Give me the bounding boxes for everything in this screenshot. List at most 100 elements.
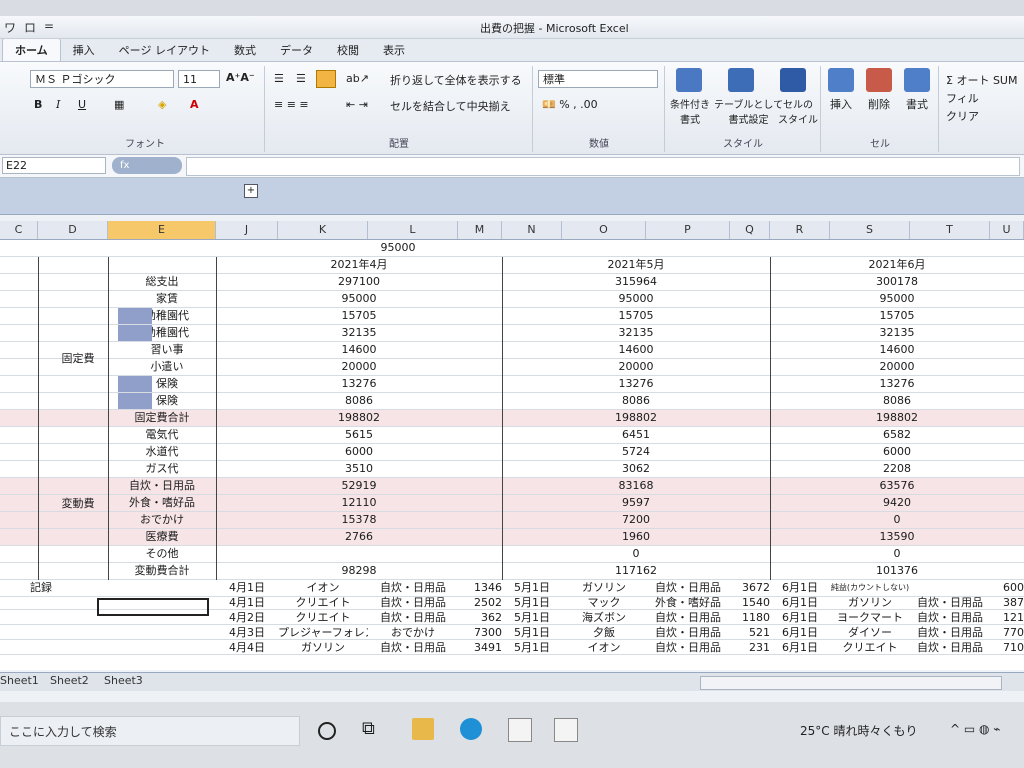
insert-button[interactable]: 挿入 xyxy=(830,96,852,112)
variable-cost-label[interactable]: 水道代 xyxy=(108,444,216,460)
variable-cost-value[interactable]: 63576 xyxy=(770,478,1024,494)
fixed-cost-value[interactable]: 32135 xyxy=(502,325,770,341)
record-cell[interactable]: 6月1日 xyxy=(770,610,830,626)
record-cell[interactable]: 自炊・日用品 xyxy=(368,595,458,611)
column-header-m[interactable]: M xyxy=(458,221,502,239)
tab-page-layout[interactable]: ページ レイアウト xyxy=(107,39,222,61)
record-cell[interactable]: 自炊・日用品 xyxy=(910,625,990,641)
cortana-icon[interactable] xyxy=(318,722,336,740)
record-cell[interactable]: マック xyxy=(562,595,646,611)
record-cell[interactable]: 387 xyxy=(990,595,1024,611)
expand-outline-icon[interactable]: + xyxy=(244,184,258,198)
record-cell[interactable]: 5月1日 xyxy=(502,595,562,611)
fixed-subtotal-label[interactable]: 固定費合計 xyxy=(108,410,216,426)
font-size-select[interactable]: 11 xyxy=(178,70,220,88)
total-label[interactable]: 総支出 xyxy=(108,274,216,290)
record-cell[interactable]: ガソリン xyxy=(562,580,646,596)
record-cell[interactable]: 自炊・日用品 xyxy=(368,610,458,626)
variable-cost-value[interactable]: 15378 xyxy=(216,512,502,528)
record-cell[interactable]: 5月1日 xyxy=(502,580,562,596)
formula-input[interactable] xyxy=(186,157,1020,176)
tab-review[interactable]: 校閲 xyxy=(325,39,371,61)
column-header-e[interactable]: E xyxy=(108,221,216,239)
sheet-tab-2[interactable]: Sheet2 xyxy=(50,674,89,687)
tab-view[interactable]: 表示 xyxy=(371,39,417,61)
selected-cell[interactable] xyxy=(97,598,209,616)
record-cell[interactable]: 121 xyxy=(990,610,1024,626)
format-table-icon[interactable] xyxy=(728,68,754,92)
tab-data[interactable]: データ xyxy=(268,39,325,61)
variable-cost-value[interactable]: 12110 xyxy=(216,495,502,511)
record-cell[interactable]: 770 xyxy=(990,625,1024,641)
variable-cost-value[interactable]: 5724 xyxy=(502,444,770,460)
variable-cost-value[interactable]: 9597 xyxy=(502,495,770,511)
fixed-cost-label[interactable]: 家賃 xyxy=(118,291,216,307)
variable-cost-value[interactable]: 2208 xyxy=(770,461,1024,477)
variable-cost-label[interactable]: 外食・嗜好品 xyxy=(108,495,216,511)
column-header-q[interactable]: Q xyxy=(730,221,770,239)
fixed-subtotal-value[interactable]: 198802 xyxy=(770,410,1024,426)
borders-icon[interactable]: ▦ xyxy=(114,98,124,111)
record-cell[interactable]: イオン xyxy=(562,640,646,656)
cell-style-button[interactable]: セルの スタイル xyxy=(778,96,818,126)
record-cell[interactable]: 521 xyxy=(730,625,770,641)
fx-icon[interactable]: fx xyxy=(112,157,182,174)
record-cell[interactable]: 4月1日 xyxy=(216,580,278,596)
variable-cost-value[interactable]: 0 xyxy=(770,512,1024,528)
record-cell[interactable]: クリエイト xyxy=(830,640,910,656)
variable-cost-value[interactable]: 1960 xyxy=(502,529,770,545)
variable-cost-value[interactable] xyxy=(216,546,502,562)
column-header-s[interactable]: S xyxy=(830,221,910,239)
record-cell[interactable]: 自炊・日用品 xyxy=(646,640,730,656)
record-cell[interactable]: 6月1日 xyxy=(770,640,830,656)
record-cell[interactable]: 1346 xyxy=(458,580,502,596)
record-cell[interactable]: クリエイト xyxy=(278,610,368,626)
record-cell[interactable]: 362 xyxy=(458,610,502,626)
cell-style-icon[interactable] xyxy=(780,68,806,92)
weather-widget[interactable]: 25°C 晴れ時々くもり xyxy=(800,722,917,739)
tab-home[interactable]: ホーム xyxy=(2,38,61,61)
variable-cost-value[interactable]: 9420 xyxy=(770,495,1024,511)
merge-center-button[interactable]: セルを結合して中央揃え xyxy=(390,98,511,114)
fixed-cost-value[interactable]: 95000 xyxy=(216,291,502,307)
record-cell[interactable]: 3491 xyxy=(458,640,502,656)
record-cell[interactable]: ダイソー xyxy=(830,625,910,641)
record-cell[interactable] xyxy=(910,580,990,596)
tab-formulas[interactable]: 数式 xyxy=(222,39,268,61)
grow-font-icon[interactable]: A⁺A⁻ xyxy=(226,71,255,84)
format-button[interactable]: 書式 xyxy=(906,96,928,112)
bold-icon[interactable]: B xyxy=(34,98,42,111)
app-icon[interactable] xyxy=(508,718,532,742)
variable-cost-value[interactable]: 0 xyxy=(502,546,770,562)
record-cell[interactable]: 自炊・日用品 xyxy=(646,625,730,641)
undo-icon[interactable]: ロ xyxy=(24,19,36,36)
column-header-u[interactable]: U xyxy=(990,221,1024,239)
record-cell[interactable]: 自炊・日用品 xyxy=(910,610,990,626)
record-cell[interactable]: 4月4日 xyxy=(216,640,278,656)
variable-cost-value[interactable]: 5615 xyxy=(216,427,502,443)
fixed-cost-value[interactable]: 14600 xyxy=(770,342,1024,358)
record-cell[interactable]: 2502 xyxy=(458,595,502,611)
total-value[interactable]: 300178 xyxy=(770,274,1024,290)
fixed-cost-value[interactable]: 13276 xyxy=(502,376,770,392)
variable-cost-value[interactable]: 6451 xyxy=(502,427,770,443)
record-cell[interactable]: 5月1日 xyxy=(502,610,562,626)
cell-value[interactable]: 95000 xyxy=(348,240,448,256)
column-header-j[interactable]: J xyxy=(216,221,278,239)
record-cell[interactable]: 4月1日 xyxy=(216,595,278,611)
conditional-format-icon[interactable] xyxy=(676,68,702,92)
record-cell[interactable]: 自炊・日用品 xyxy=(646,580,730,596)
save-icon[interactable]: ワ xyxy=(4,19,16,36)
month-header[interactable]: 2021年4月 xyxy=(216,257,502,273)
record-cell[interactable]: おでかけ xyxy=(368,625,458,641)
record-cell[interactable]: 夕飯 xyxy=(562,625,646,641)
variable-cost-value[interactable]: 52919 xyxy=(216,478,502,494)
format-table-button[interactable]: テーブルとして 書式設定 xyxy=(714,96,783,126)
fixed-cost-value[interactable]: 15705 xyxy=(770,308,1024,324)
fixed-cost-value[interactable]: 13276 xyxy=(770,376,1024,392)
variable-cost-value[interactable]: 0 xyxy=(770,546,1024,562)
column-header-l[interactable]: L xyxy=(368,221,458,239)
variable-cost-value[interactable]: 7200 xyxy=(502,512,770,528)
snipping-tool-icon[interactable] xyxy=(554,718,578,742)
taskbar-search-input[interactable]: ここに入力して検索 xyxy=(0,716,300,746)
